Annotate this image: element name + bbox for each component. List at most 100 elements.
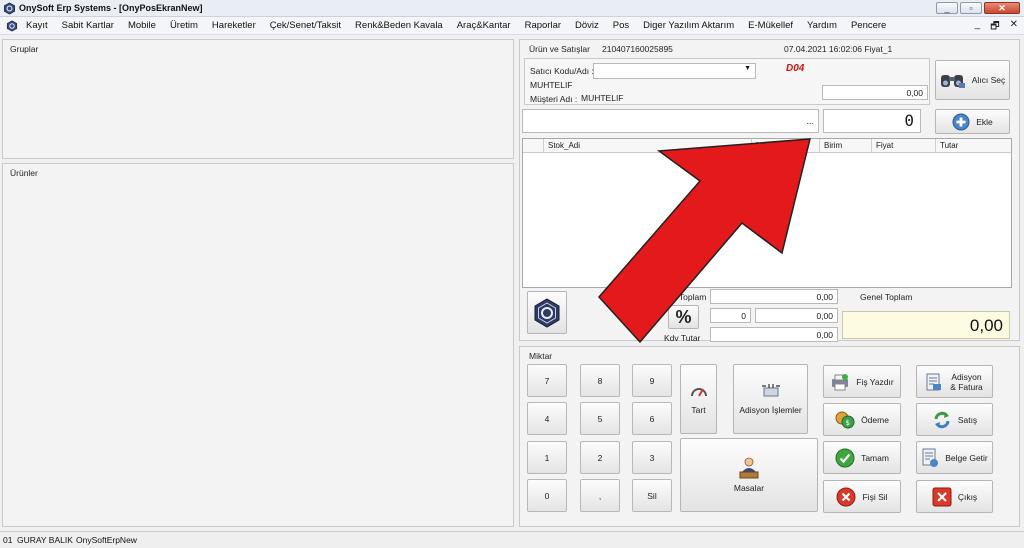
masalar-label: Masalar (733, 483, 765, 493)
quantity-input[interactable]: 0 (823, 109, 921, 133)
scale-gauge-icon (690, 388, 707, 397)
adisyon-islemler-button[interactable]: Adisyon İşlemler (733, 364, 808, 434)
sale-label: Satış (957, 414, 978, 425)
app-menu-icon[interactable] (6, 20, 18, 32)
groups-title: Gruplar (10, 44, 39, 54)
exit-label: Çıkış (957, 491, 978, 502)
pick-buyer-button[interactable]: Alıcı Seç (935, 60, 1010, 100)
menu-e-mukellef[interactable]: E-Mükellef (748, 20, 793, 31)
col-miktar[interactable]: Miktar (751, 139, 819, 152)
seller-name: MUHTELIF (530, 80, 573, 90)
key-6[interactable]: 6 (632, 402, 672, 435)
grand-total-label: Genel Toplam (860, 292, 913, 302)
get-document-button[interactable]: Belge Getir (916, 441, 993, 474)
items-grid[interactable]: Stok_Adi Miktar Birim Fiyat Tutar (522, 138, 1012, 288)
key-4[interactable]: 4 (527, 402, 567, 435)
maximize-button[interactable]: ▫ (960, 2, 982, 14)
col-fiyat[interactable]: Fiyat (871, 139, 935, 152)
balance-field: 0,00 (822, 85, 928, 100)
date-price-info: 07.04.2021 16:02:06 Fiyat_1 (784, 44, 893, 54)
printer-icon (832, 373, 849, 390)
menu-diger-yazilim-aktarim[interactable]: Diger Yazılım Aktarım (643, 20, 734, 31)
menu-uretim[interactable]: Üretim (170, 20, 198, 31)
minimize-button[interactable]: _ (936, 2, 958, 14)
onysoft-logo-button[interactable] (527, 291, 567, 334)
key-2[interactable]: 2 (580, 441, 620, 474)
menu-yardim[interactable]: Yardım (807, 20, 837, 31)
menu-pos[interactable]: Pos (613, 20, 629, 31)
x-circle-icon (836, 487, 856, 506)
keypad-title: Miktar (529, 351, 553, 361)
svg-text:$: $ (846, 419, 850, 427)
col-birim[interactable]: Birim (819, 139, 871, 152)
refresh-arrows-icon (934, 411, 950, 428)
print-receipt-label: Fiş Yazdır (856, 376, 894, 387)
sale-button[interactable]: Satış (916, 403, 993, 436)
menu-bar: Kayıt Sabit Kartlar Mobile Üretim Hareke… (0, 17, 1024, 35)
discount-amount-field[interactable]: 0,00 (755, 308, 838, 323)
key-delete[interactable]: Sil (632, 479, 672, 512)
vat-label: Kdv Tutar (664, 333, 701, 343)
status-database: OnySoftErpNew (76, 535, 137, 545)
sales-panel-title: Ürün ve Satışlar (529, 44, 590, 54)
invoice-icon (926, 373, 941, 390)
customer-value: MUHTELIF (581, 93, 624, 103)
payment-label: Ödeme (861, 414, 889, 425)
key-1[interactable]: 1 (527, 441, 567, 474)
key-7[interactable]: 7 (527, 364, 567, 397)
adisyon-islemler-label: Adisyon İşlemler (739, 405, 802, 415)
menu-raporlar[interactable]: Raporlar (525, 20, 561, 31)
key-5[interactable]: 5 (580, 402, 620, 435)
key-0[interactable]: 0 (527, 479, 567, 512)
get-document-label: Belge Getir (945, 452, 988, 463)
masalar-button[interactable]: Masalar (680, 438, 818, 512)
close-window-button[interactable]: ✕ (984, 2, 1020, 14)
plus-circle-icon (952, 113, 970, 130)
mdi-close-button[interactable]: ✕ (1010, 19, 1018, 36)
discount-button[interactable]: % (668, 305, 699, 329)
mdi-restore-button[interactable]: 🗗 (990, 19, 999, 36)
menu-renk-beden-kavala[interactable]: Renk&Beden Kavala (355, 20, 443, 31)
delete-receipt-label: Fişi Sil (862, 491, 888, 502)
vat-field: 0,00 (710, 327, 838, 342)
key-comma[interactable]: , (580, 479, 620, 512)
col-stok-adi[interactable]: Stok_Adi (543, 139, 751, 152)
key-8[interactable]: 8 (580, 364, 620, 397)
seller-label: Satıcı Kodu/Adı : (530, 66, 594, 76)
mdi-minimize-button[interactable]: _ (975, 19, 981, 36)
add-button[interactable]: Ekle (935, 109, 1010, 134)
document-search-icon (922, 448, 939, 467)
menu-pencere[interactable]: Pencere (851, 20, 886, 31)
tart-button[interactable]: Tart (680, 364, 717, 434)
app-logo-icon (4, 2, 15, 15)
payment-button[interactable]: $ Ödeme (823, 403, 901, 436)
print-receipt-button[interactable]: Fiş Yazdır (823, 365, 901, 398)
groups-panel: Gruplar (2, 39, 514, 159)
subtotal-field: 0,00 (710, 289, 838, 304)
menu-cek-senet-taksit[interactable]: Çek/Senet/Taksit (270, 20, 341, 31)
subtotal-label: a Toplam (672, 292, 707, 302)
menu-arac-kantar[interactable]: Araç&Kantar (457, 20, 511, 31)
menu-doviz[interactable]: Döviz (575, 20, 599, 31)
ok-button[interactable]: Tamam (823, 441, 901, 474)
menu-kayit[interactable]: Kayıt (26, 20, 48, 31)
key-9[interactable]: 9 (632, 364, 672, 397)
menu-sabit-kartlar[interactable]: Sabit Kartlar (62, 20, 114, 31)
discount-count-field[interactable]: 0 (710, 308, 751, 323)
seller-select[interactable]: ▼ (593, 63, 756, 79)
products-title: Ürünler (10, 168, 38, 178)
percent-icon: % (675, 306, 692, 327)
menu-mobile[interactable]: Mobile (128, 20, 156, 31)
exit-button[interactable]: Çıkış (916, 480, 993, 513)
coins-icon: $ (835, 411, 855, 428)
col-tutar[interactable]: Tutar (935, 139, 1011, 152)
adisyon-fatura-button[interactable]: Adisyon & Fatura (916, 365, 993, 398)
key-3[interactable]: 3 (632, 441, 672, 474)
quantity-input-value: 0 (904, 111, 914, 130)
delete-receipt-button[interactable]: Fişi Sil (823, 480, 901, 513)
ellipsis-button[interactable]: ... (806, 116, 814, 126)
products-panel: Ürünler (2, 163, 514, 527)
menu-hareketler[interactable]: Hareketler (212, 20, 256, 31)
barcode-input[interactable]: ... (522, 109, 819, 133)
chevron-down-icon: ▼ (744, 65, 751, 72)
